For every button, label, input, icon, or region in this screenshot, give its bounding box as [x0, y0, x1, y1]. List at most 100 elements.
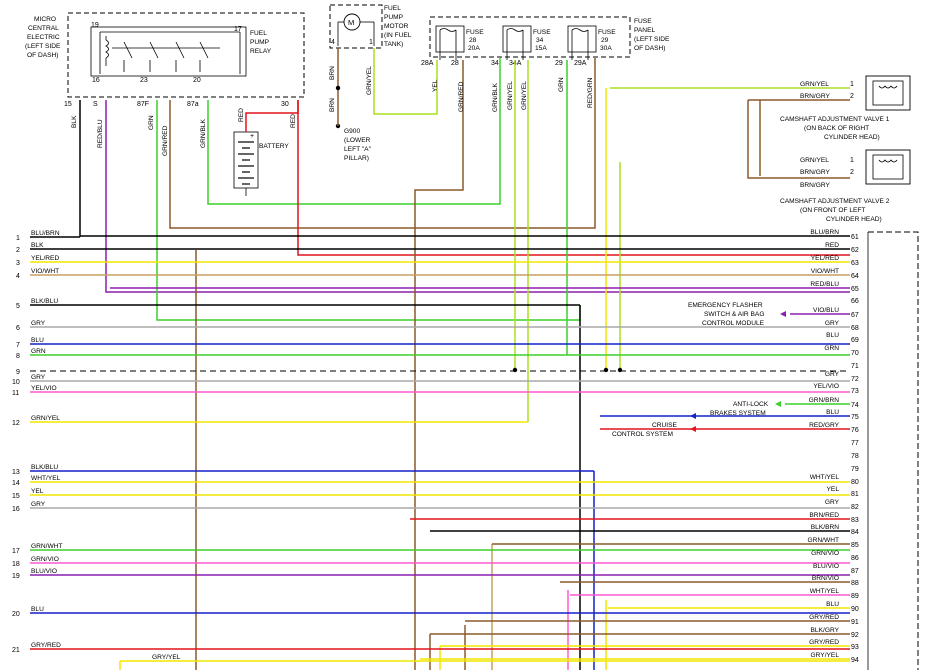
relay-pin-23: 23: [140, 77, 148, 84]
left-wire-label: BLK/BLU: [31, 298, 58, 305]
micro-label-1: CENTRAL: [28, 25, 59, 32]
left-wire-label: YEL/RED: [31, 255, 59, 262]
right-pin-number: 77: [851, 440, 859, 447]
left-wire-label: BLK/BLU: [31, 464, 58, 471]
vertical-wire: [373, 48, 438, 115]
valve1-label-1: (ON BACK OF RIGHT: [804, 125, 869, 132]
right-wire-label: GRY: [825, 320, 840, 327]
right-wire-label: YEL/RED: [811, 255, 839, 262]
arrow-icon: [775, 401, 781, 407]
fuse-29-num: 29: [601, 37, 609, 44]
micro-label-4: OF DASH): [27, 52, 59, 59]
right-pin-number: 90: [851, 606, 859, 613]
right-pin-number: 80: [851, 479, 859, 486]
left-wire-label: YEL: [31, 488, 44, 495]
wiring-diagram: MICRO CENTRAL ELECTRIC (LEFT SIDE OF DAS…: [12, 4, 919, 670]
right-pin-number: 62: [851, 247, 859, 254]
right-wire-label: YEL/VIO: [813, 383, 839, 390]
micro-label-2: ELECTRIC: [27, 34, 60, 41]
right-wire-label: VIO/WHT: [811, 268, 839, 275]
valve1-label-2: CYLINDER HEAD): [824, 134, 880, 141]
right-pin-number: 89: [851, 593, 859, 600]
camshaft-valve-2: GRN/YEL BRN/GRY BRN/GRY 1 2 CAMSHAFT ADJ…: [780, 149, 911, 223]
left-wire-label: GRY/RED: [31, 642, 61, 649]
arrow-icon: [690, 413, 696, 419]
vertical-wire-label: GRN/YEL: [507, 81, 514, 110]
left-pin-number: 20: [12, 611, 20, 618]
left-pin-number: 19: [12, 573, 20, 580]
battery-label: BATTERY: [259, 143, 289, 150]
left-pin-number: 11: [12, 390, 19, 397]
left-pin-number: 21: [12, 647, 20, 654]
left-wire-label: GRN/YEL: [31, 415, 60, 422]
right-wire-label: GRN/VIO: [811, 550, 839, 557]
left-wire-label: WHT/YEL: [31, 475, 61, 482]
left-pin-number: 3: [16, 260, 20, 267]
right-pin-number: 78: [851, 453, 859, 460]
relay-bottom-pin-s: S: [93, 101, 98, 108]
left-pin-number: 17: [12, 548, 20, 555]
right-wire-label: WHT/YEL: [810, 474, 840, 481]
right-pin-number: 69: [851, 337, 859, 344]
splice-dot: [603, 367, 609, 373]
vertical-wire-label: RED: [238, 108, 245, 122]
right-pin-number: 86: [851, 555, 859, 562]
left-pin-number: 2: [16, 247, 20, 254]
vertical-wire-label: GRN/YEL: [521, 81, 528, 110]
left-wire-label: GRY: [31, 374, 46, 381]
relay-block: MICRO CENTRAL ELECTRIC (LEFT SIDE OF DAS…: [25, 12, 305, 108]
right-pin-number: 87: [851, 568, 859, 575]
right-wire-label: BLK/BRN: [811, 524, 839, 531]
fuse-pin-34: 34: [491, 60, 499, 67]
ground-label-2: LEFT "A": [344, 146, 372, 153]
fuse-panel-label-1: PANEL: [634, 27, 655, 34]
left-wire-label: GRN: [31, 348, 46, 355]
relay-name-1: PUMP: [250, 39, 270, 46]
splice-dot: [512, 367, 518, 373]
fuse-34-num: 34: [536, 37, 544, 44]
micro-label-3: (LEFT SIDE: [25, 43, 61, 50]
emergency-label-2: CONTROL MODULE: [702, 320, 765, 327]
left-wire-label: GRN/VIO: [31, 556, 59, 563]
cruise-label-1: CONTROL SYSTEM: [612, 431, 673, 438]
arrow-icon: [690, 426, 696, 432]
pump-pin-1: 1: [369, 39, 373, 46]
fuel-pump-motor: M 4 1 FUEL PUMP MOTOR (IN FUEL TANK): [329, 4, 412, 49]
ground-label-0: G900: [344, 128, 360, 135]
relay-pin-19: 19: [91, 22, 99, 29]
right-wire-label: GRN/BRN: [809, 397, 840, 404]
right-wire-label: RED/BLU: [810, 281, 839, 288]
camshaft-valve-1: GRN/YEL BRN/GRY 1 2 CAMSHAFT ADJUSTMENT …: [780, 75, 911, 141]
left-pin-number: 13: [12, 469, 20, 476]
vertical-wire-label: RED/BLU: [97, 119, 104, 148]
splice-dot: [617, 367, 623, 373]
left-wire-label: BLU: [31, 606, 44, 613]
right-wire-label: RED/GRY: [809, 422, 840, 429]
micro-label-0: MICRO: [34, 16, 56, 23]
right-wire-label: GRN: [824, 345, 839, 352]
vertical-wire: [414, 60, 464, 670]
fuel-pump-relay-box: [90, 26, 247, 77]
right-pin-number: 70: [851, 350, 859, 357]
vertical-wire-label: GRN/RED: [458, 81, 465, 112]
right-pin-number: 91: [851, 619, 859, 626]
valve2-wire-1: BRN/GRY: [800, 169, 831, 176]
right-wire-label: VIO/BLU: [813, 307, 839, 314]
vertical-wire-label: BRN: [329, 98, 336, 112]
left-pin-number: 4: [16, 273, 20, 280]
valve2-label-1: (ON FRONT OF LEFT: [800, 207, 865, 214]
fuse-34-amp: 15A: [535, 45, 547, 52]
fuse-panel: FUSE PANEL (LEFT SIDE OF DASH) FUSE 28 2…: [421, 16, 670, 67]
right-wire-label: BRN/RED: [809, 512, 839, 519]
valve1-wire-0: GRN/YEL: [800, 81, 829, 88]
pump-label-2: MOTOR: [384, 23, 409, 30]
left-pin-number: 16: [12, 506, 20, 513]
left-pin-number: 5: [16, 303, 20, 310]
micro-central-electric-box: [67, 12, 305, 98]
right-pin-number: 76: [851, 427, 859, 434]
valve2-wire-2: BRN/GRY: [800, 182, 831, 189]
vertical-wire-label: GRN: [148, 115, 155, 130]
left-pin-number: 8: [16, 353, 20, 360]
right-wire-label: BLU/VIO: [813, 563, 839, 570]
left-pin-number: 9: [16, 369, 20, 376]
